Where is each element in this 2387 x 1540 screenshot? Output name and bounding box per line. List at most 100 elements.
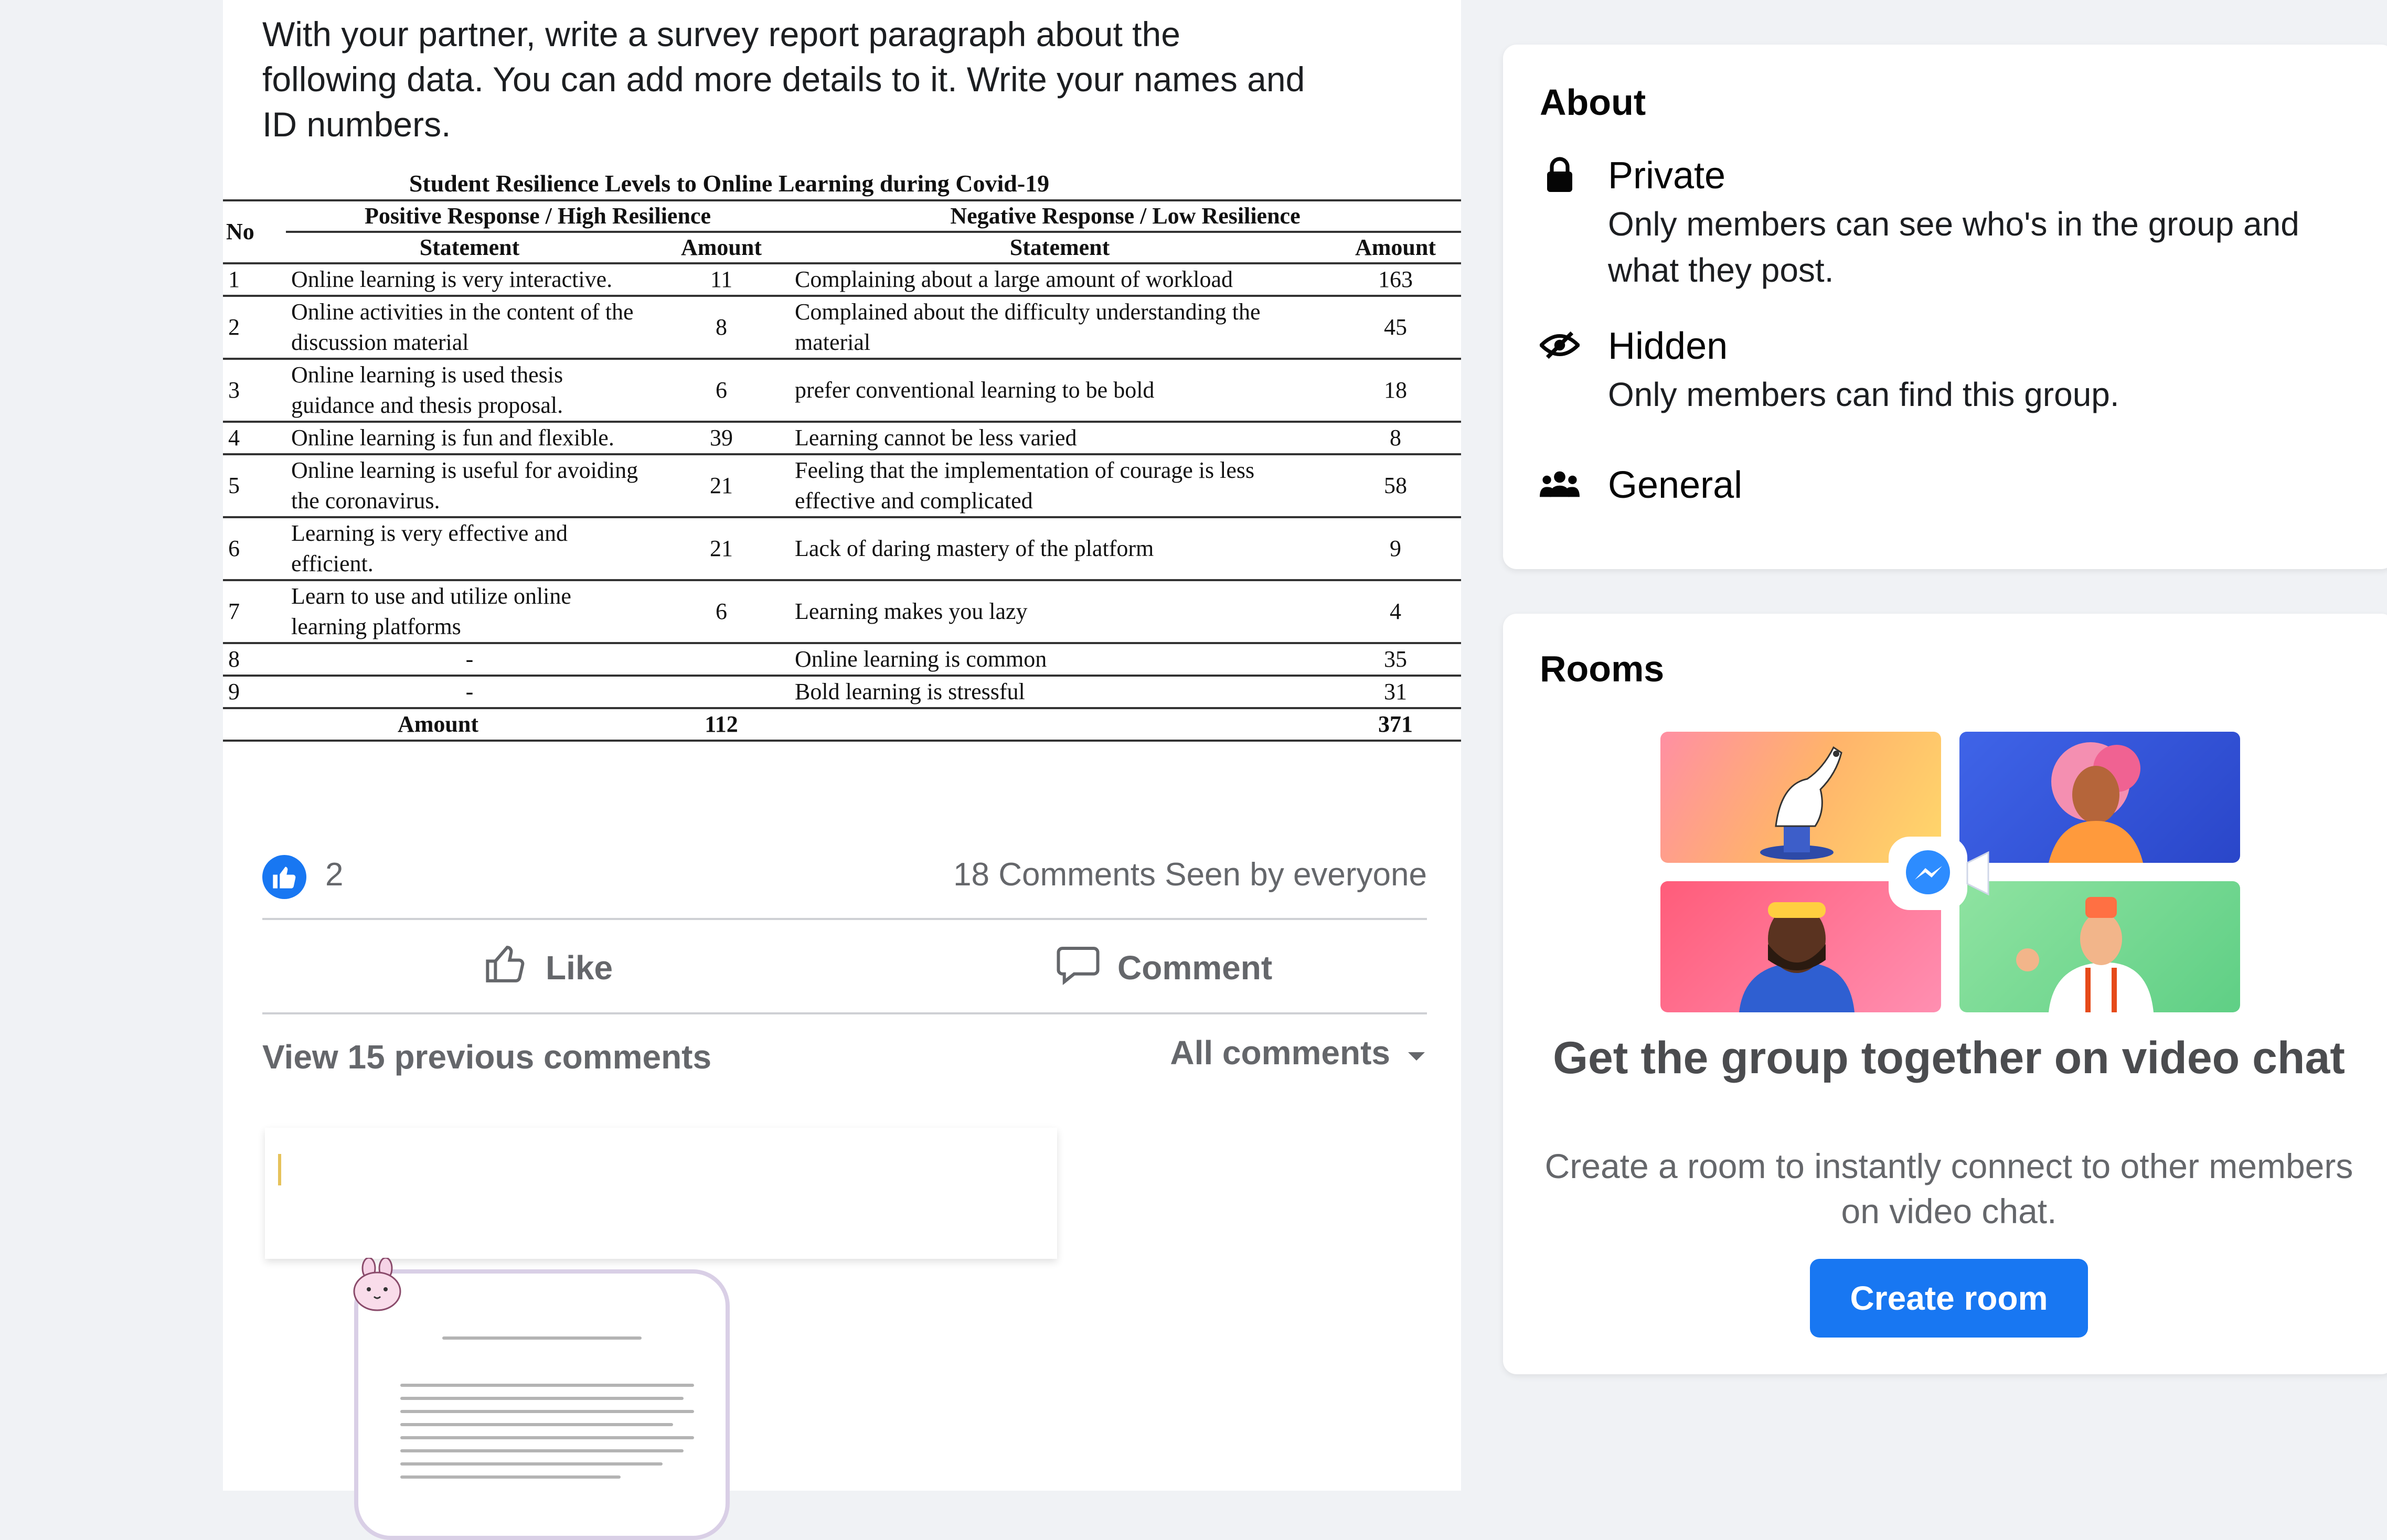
neg-statement: Feeling that the implementation of coura… — [790, 453, 1330, 517]
row-no: 4 — [223, 421, 286, 454]
pos-statement: Online activities in the content of the … — [286, 295, 653, 359]
about-label: General — [1608, 464, 1743, 506]
divider — [262, 918, 1427, 920]
row-no: 6 — [223, 516, 286, 580]
comment-label: Comment — [1117, 949, 1273, 987]
document-text-lines — [379, 1305, 705, 1515]
like-count[interactable]: 2 — [325, 856, 343, 893]
pos-total: 112 — [653, 707, 790, 742]
table-row: 7 Learn to use and utilize online learni… — [223, 579, 1461, 643]
neg-amount: 31 — [1330, 675, 1461, 708]
neg-statement: Lack of daring mastery of the platform — [790, 516, 1330, 580]
survey-table-image: Student Resilience Levels to Online Lear… — [223, 168, 1461, 829]
about-card: About Private Only members can see who's… — [1503, 45, 2387, 569]
view-previous-comments-link[interactable]: View 15 previous comments — [262, 1038, 711, 1076]
comment-button[interactable]: Comment — [1054, 931, 1272, 1004]
like-button[interactable]: Like — [483, 931, 613, 1004]
total-row: Amount 112 371 — [223, 707, 1461, 742]
table-row: 6 Learning is very effective and efficie… — [223, 516, 1461, 580]
row-no: 5 — [223, 453, 286, 517]
woman-tile — [1959, 732, 2240, 863]
people-icon — [1540, 464, 1580, 504]
post-text: With your partner, write a survey report… — [262, 15, 1305, 144]
neg-amount: 163 — [1330, 262, 1461, 296]
text-cursor — [278, 1154, 281, 1185]
header-pos-statement: Statement — [286, 231, 653, 263]
divider — [262, 1012, 1427, 1014]
header-negative: Negative Response / Low Resilience — [790, 199, 1461, 232]
table-row: 8 - Online learning is common 35 — [223, 642, 1461, 676]
pos-amount: 6 — [653, 579, 790, 643]
neg-statement: Bold learning is stressful — [790, 675, 1330, 708]
about-desc: Only members can find this group. — [1608, 376, 2119, 413]
all-comments-dropdown[interactable]: All comments — [1170, 1033, 1427, 1072]
header-neg-amount: Amount — [1330, 231, 1461, 263]
rooms-subtitle: Create a room to instantly connect to ot… — [1544, 1147, 2353, 1231]
reactions-bar: 2 18 Comments Seen by everyone — [262, 850, 1427, 902]
pos-statement: Online learning is used thesis guidance … — [286, 358, 653, 422]
pos-statement: Online learning is very interactive. — [286, 262, 653, 296]
total-label: Amount — [223, 707, 653, 742]
pos-amount: 21 — [653, 453, 790, 517]
neg-statement: prefer conventional learning to be bold — [790, 358, 1330, 422]
neg-statement: Learning makes you lazy — [790, 579, 1330, 643]
about-label: Private — [1608, 155, 1726, 197]
row-no: 7 — [223, 579, 286, 643]
pos-statement: - — [286, 642, 653, 676]
neg-statement: Complained about the difficulty understa… — [790, 295, 1330, 359]
attached-document-thumbnail[interactable] — [353, 1257, 730, 1540]
speech-bubble-icon — [1054, 940, 1102, 996]
rooms-title: Rooms — [1540, 648, 1665, 689]
row-no: 9 — [223, 675, 286, 708]
pos-amount: 6 — [653, 358, 790, 422]
create-room-button[interactable]: Create room — [1810, 1259, 2088, 1338]
neg-amount: 8 — [1330, 421, 1461, 454]
pos-statement: Learning is very effective and efficient… — [286, 516, 653, 580]
neg-amount: 4 — [1330, 579, 1461, 643]
table-row: 9 - Bold learning is stressful 31 — [223, 675, 1461, 708]
header-pos-amount: Amount — [653, 231, 790, 263]
neg-statement: Learning cannot be less varied — [790, 421, 1330, 454]
header-positive: Positive Response / High Resilience — [286, 199, 790, 232]
video-chat-illustration — [1660, 732, 2245, 1012]
pos-statement: Learn to use and utilize online learning… — [286, 579, 653, 643]
like-reaction-icon[interactable] — [262, 855, 306, 899]
post-actions: Like Comment — [262, 931, 1427, 1004]
table-title: Student Resilience Levels to Online Lear… — [409, 170, 1050, 197]
rooms-headline: Get the group together on video chat — [1553, 1033, 2345, 1083]
neg-statement: Complaining about a large amount of work… — [790, 262, 1330, 296]
comment-input[interactable] — [265, 1128, 1057, 1259]
table-row: 4 Online learning is fun and flexible. 3… — [223, 421, 1461, 454]
pos-statement: Online learning is fun and flexible. — [286, 421, 653, 454]
about-label: Hidden — [1608, 325, 1728, 367]
row-no: 2 — [223, 295, 286, 359]
table-row: 5 Online learning is useful for avoiding… — [223, 453, 1461, 517]
table-row: 2 Online activities in the content of th… — [223, 295, 1461, 359]
pos-amount — [653, 642, 790, 676]
table-body: 1 Online learning is very interactive. 1… — [223, 262, 1461, 742]
neg-amount: 35 — [1330, 642, 1461, 676]
pos-amount: 8 — [653, 295, 790, 359]
like-label: Like — [546, 949, 613, 987]
neg-total: 371 — [1330, 707, 1461, 742]
chef-tile — [1959, 881, 2240, 1012]
thumbs-up-icon — [483, 940, 530, 996]
pos-statement: - — [286, 675, 653, 708]
about-title: About — [1540, 82, 1646, 123]
messenger-camera-icon — [1889, 837, 1994, 910]
pos-amount: 39 — [653, 421, 790, 454]
row-no: 1 — [223, 262, 286, 296]
comment-stats[interactable]: 18 Comments Seen by everyone — [953, 856, 1427, 893]
row-no: 3 — [223, 358, 286, 422]
hidden-eye-icon — [1540, 325, 1580, 365]
neg-statement: Online learning is common — [790, 642, 1330, 676]
group-post: With your partner, write a survey report… — [223, 0, 1461, 1540]
row-no: 8 — [223, 642, 286, 676]
lock-icon — [1540, 155, 1580, 195]
neg-amount: 45 — [1330, 295, 1461, 359]
neg-amount: 58 — [1330, 453, 1461, 517]
resilience-table: No Positive Response / High Resilience N… — [223, 199, 1461, 742]
header-neg-statement: Statement — [790, 231, 1330, 263]
neg-amount: 18 — [1330, 358, 1461, 422]
pos-amount: 21 — [653, 516, 790, 580]
